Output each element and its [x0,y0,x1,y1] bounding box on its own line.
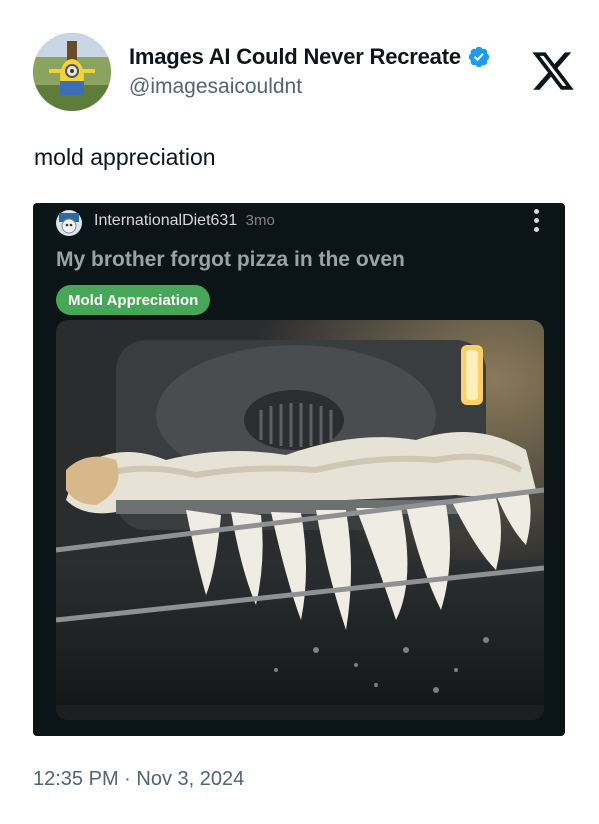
embedded-post-card[interactable]: InternationalDiet631 3mo My brother forg… [33,203,565,736]
post-title[interactable]: My brother forgot pizza in the oven [56,248,405,272]
verified-badge-icon [468,46,490,68]
tweet-header: Images AI Could Never Recreate @imagesai… [0,0,599,120]
post-author[interactable]: InternationalDiet631 3mo [94,212,275,230]
post-age: 3mo [245,212,275,229]
more-vertical-icon[interactable] [531,209,541,235]
x-logo-icon[interactable] [530,48,576,94]
post-username[interactable]: InternationalDiet631 [94,212,237,229]
post-image[interactable] [56,320,544,720]
post-flair[interactable]: Mold Appreciation [56,285,211,315]
minion-avatar-icon [33,33,111,111]
moldy-pizza-oven-image [56,320,544,720]
handle[interactable]: @imagesaicouldnt [129,75,302,99]
display-name[interactable]: Images AI Could Never Recreate [129,44,461,70]
tweet-text: mold appreciation [34,144,216,170]
avatar[interactable] [33,33,111,111]
name-row: Images AI Could Never Recreate [129,44,491,70]
tweet-timestamp[interactable]: 12:35 PM · Nov 3, 2024 [33,768,244,791]
user-avatar-icon [56,210,82,236]
